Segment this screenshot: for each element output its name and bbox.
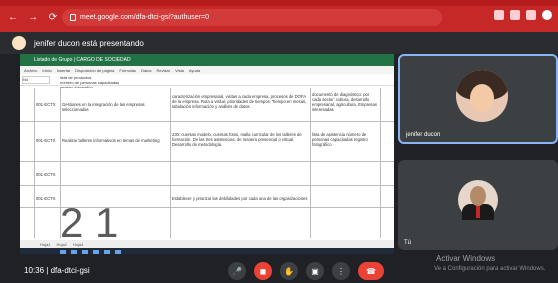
table-row[interactable]: 001-ECTX Realizar talleres informativos … [20, 122, 394, 162]
participant-name: jenifer ducon [406, 132, 441, 138]
row-detail: 230: cuentas modelo, cuentas fotos, mall… [172, 132, 302, 147]
extension-icon[interactable] [494, 10, 504, 20]
presenting-bar: jenifer ducon está presentando [0, 32, 558, 54]
table-row[interactable]: 001-ECTX Gestiones en la integración de … [20, 88, 394, 122]
participant-tile[interactable]: jenifer ducon [398, 54, 558, 144]
self-tile[interactable]: Tú [398, 160, 558, 250]
browser-chrome: ← → ⟳ meet.google.com/dfa-dtci-gsi?authu… [0, 0, 558, 32]
video-head [470, 186, 486, 206]
shared-screen: Listado de Grupo | CARGO DE SOCIEDAD Arc… [20, 54, 394, 254]
menu-item[interactable]: Insertar [57, 68, 71, 73]
lock-icon [70, 14, 76, 21]
cell-reference[interactable]: N4 [22, 76, 50, 84]
url-text: meet.google.com/dfa-dtci-gsi?authuser=0 [80, 14, 209, 21]
profile-icon[interactable] [542, 10, 552, 20]
self-video [458, 180, 498, 220]
address-bar[interactable]: meet.google.com/dfa-dtci-gsi?authuser=0 [62, 9, 442, 26]
row-id: 001-ECTX [36, 172, 56, 177]
photo-face [470, 84, 494, 112]
reload-icon[interactable]: ⟳ [46, 11, 60, 25]
menu-item[interactable]: Ayuda [189, 68, 200, 73]
row-id: 001-ECTX [36, 196, 56, 201]
raise-hand-icon[interactable]: ✋ [280, 262, 298, 280]
windows-activation: Activar Windows [436, 254, 496, 263]
present-icon[interactable]: ▣ [306, 262, 324, 280]
menu-item[interactable]: Datos [141, 68, 151, 73]
row-id: 001-ECTX [36, 138, 56, 143]
excel-menu: Archivo Inicio Insertar Disposición de p… [20, 66, 394, 74]
excel-title: Listado de Grupo | CARGO DE SOCIEDAD [34, 57, 131, 63]
menu-item[interactable]: Fórmulas [119, 68, 136, 73]
row-detail: caracterización empresarial, visitas a c… [172, 94, 307, 109]
end-call-button[interactable]: ☎ [358, 262, 384, 280]
video-tie [476, 206, 480, 218]
row-detail: Establecer y priorizar las debilidades p… [172, 196, 308, 201]
share-icon[interactable] [510, 10, 520, 20]
self-name: Tú [404, 240, 412, 246]
menu-item[interactable]: Revisar [157, 68, 171, 73]
forward-icon[interactable]: → [26, 11, 40, 25]
row-desc: Gestiones en la integración de las empre… [62, 102, 145, 112]
meeting-info: 10:36 | dfa-dtci-gsi [24, 266, 90, 275]
row-desc: Realizar talleres informativos en temas … [62, 138, 160, 143]
mic-icon[interactable]: 🎤 [228, 262, 246, 280]
sheet-tab[interactable]: Hoja3 [73, 242, 83, 247]
sheet-tabs: Hoja1 Hoja2 Hoja3 [20, 240, 394, 248]
sheet-tab[interactable]: Hoja1 [40, 242, 50, 247]
windows-activation-sub: Ve a Configuración para activar Windows. [434, 266, 546, 272]
menu-item[interactable]: Archivo [24, 68, 37, 73]
extension-icons [494, 10, 552, 20]
back-icon[interactable]: ← [6, 11, 20, 25]
presenter-avatar [12, 36, 26, 50]
clock: 10:36 [24, 266, 45, 275]
menu-item[interactable]: Inicio [42, 68, 51, 73]
row-evidence: lista de asistencia número de personas c… [312, 132, 368, 147]
star-icon[interactable] [526, 10, 536, 20]
table-row[interactable]: 001-ECTX [20, 162, 394, 186]
menu-item[interactable]: Vista [175, 68, 184, 73]
participant-photo [456, 70, 508, 122]
tab-strip [0, 0, 558, 6]
excel-titlebar: Listado de Grupo | CARGO DE SOCIEDAD [20, 54, 394, 66]
more-options-icon[interactable]: ⋮ [332, 262, 350, 280]
row-evidence: documento de diagnóstico: por cada secto… [312, 92, 377, 112]
sheet-tab[interactable]: Hoja2 [56, 242, 66, 247]
menu-item[interactable]: Disposición de página [75, 68, 114, 73]
camera-off-icon[interactable]: ◼ [254, 262, 272, 280]
row-id: 001-ECTX [36, 102, 56, 107]
formula-bar[interactable]: N4 lista de productos número de personas… [20, 74, 394, 90]
meeting-code: dfa-dtci-gsi [50, 266, 90, 275]
controls: 🎤 ◼ ✋ ▣ ⋮ ☎ [228, 262, 384, 280]
presenting-label: jenifer ducon está presentando [34, 38, 144, 48]
nav-row: ← → ⟳ meet.google.com/dfa-dtci-gsi?authu… [0, 7, 558, 29]
